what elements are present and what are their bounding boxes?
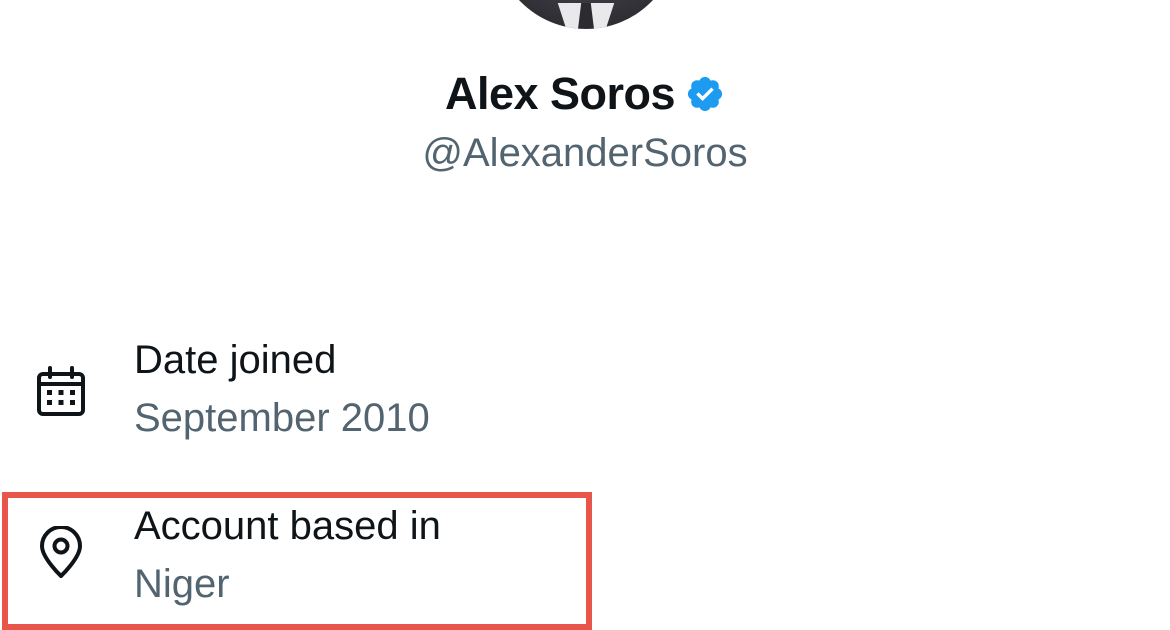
profile-handle: @AlexanderSoros	[422, 131, 748, 175]
calendar-icon	[34, 364, 88, 418]
profile-name-row: Alex Soros	[0, 66, 1170, 122]
highlight-annotation-box	[2, 492, 592, 630]
display-name: Alex Soros	[444, 68, 676, 119]
verified-badge-icon[interactable]	[685, 74, 725, 114]
date-joined-value: September 2010	[134, 396, 430, 440]
date-joined-row: Date joined September 2010	[0, 330, 1170, 450]
date-joined-label: Date joined	[134, 338, 337, 382]
avatar[interactable]	[494, 0, 678, 29]
